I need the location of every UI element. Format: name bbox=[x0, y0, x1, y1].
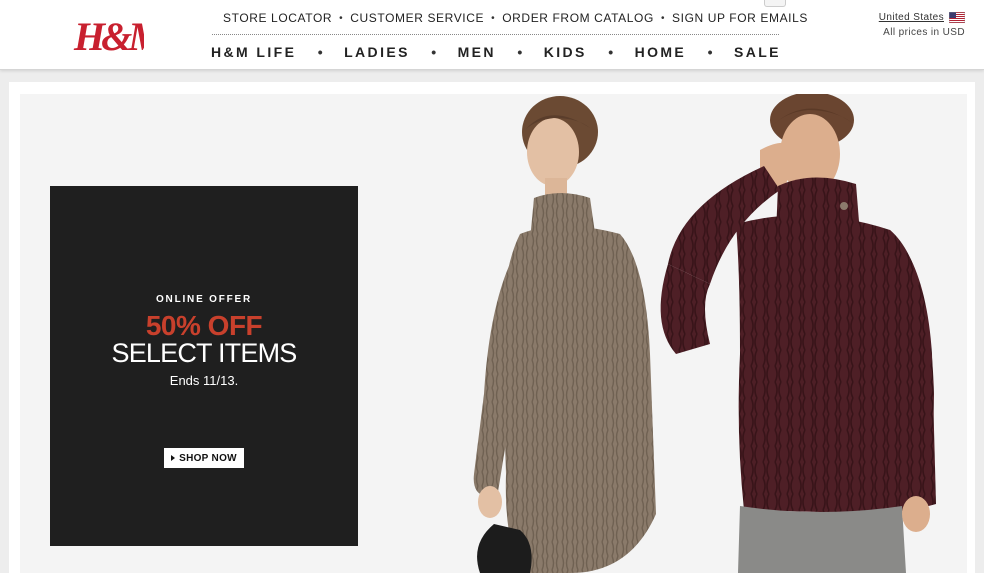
us-flag-icon[interactable] bbox=[949, 12, 965, 23]
separator-dot: • bbox=[707, 44, 713, 60]
promo-box: ONLINE OFFER 50% OFF SELECT ITEMS Ends 1… bbox=[50, 186, 358, 546]
nav-sale[interactable]: SALE bbox=[734, 44, 781, 60]
main-nav: H&M LIFE • LADIES • MEN • KIDS • HOME • … bbox=[211, 44, 781, 60]
sign-up-emails-link[interactable]: SIGN UP FOR EMAILS bbox=[672, 11, 808, 25]
nav-home[interactable]: HOME bbox=[635, 44, 687, 60]
separator-dot: • bbox=[431, 44, 437, 60]
promo-kicker: ONLINE OFFER bbox=[155, 294, 253, 305]
site-header: H&M STORE LOCATOR • CUSTOMER SERVICE • O… bbox=[0, 0, 984, 70]
separator-dot: • bbox=[660, 12, 666, 24]
shop-now-button[interactable]: SHOP NOW bbox=[164, 448, 244, 468]
utility-nav: STORE LOCATOR • CUSTOMER SERVICE • ORDER… bbox=[223, 11, 808, 25]
separator-dot: • bbox=[491, 12, 496, 24]
nav-kids[interactable]: KIDS bbox=[544, 44, 587, 60]
locale-selector: United States All prices in USD bbox=[879, 12, 965, 38]
male-model-image bbox=[660, 94, 936, 573]
nav-men[interactable]: MEN bbox=[458, 44, 496, 60]
nav-hm-life[interactable]: H&M LIFE bbox=[211, 44, 296, 60]
customer-service-link[interactable]: CUSTOMER SERVICE bbox=[350, 11, 484, 25]
nav-ladies[interactable]: LADIES bbox=[344, 44, 410, 60]
hm-logo[interactable]: H&M bbox=[72, 12, 144, 60]
store-locator-link[interactable]: STORE LOCATOR bbox=[223, 11, 332, 25]
promo-end-date: Ends 11/13. bbox=[169, 373, 239, 388]
svg-text:H&M: H&M bbox=[73, 14, 144, 59]
separator-dot: • bbox=[339, 12, 344, 24]
separator-dot: • bbox=[317, 44, 323, 60]
order-from-catalog-link[interactable]: ORDER FROM CATALOG bbox=[502, 11, 654, 25]
currency-note: All prices in USD bbox=[883, 27, 965, 38]
separator-dot: • bbox=[608, 44, 614, 60]
play-arrow-icon bbox=[171, 455, 176, 461]
shop-now-label: SHOP NOW bbox=[179, 452, 237, 464]
nav-divider bbox=[212, 34, 779, 35]
header-tab bbox=[764, 0, 786, 7]
promo-headline: SELECT ITEMS bbox=[111, 338, 298, 368]
country-selector[interactable]: United States bbox=[879, 12, 965, 23]
female-model-image bbox=[473, 96, 656, 573]
country-name[interactable]: United States bbox=[879, 12, 944, 23]
separator-dot: • bbox=[517, 44, 523, 60]
